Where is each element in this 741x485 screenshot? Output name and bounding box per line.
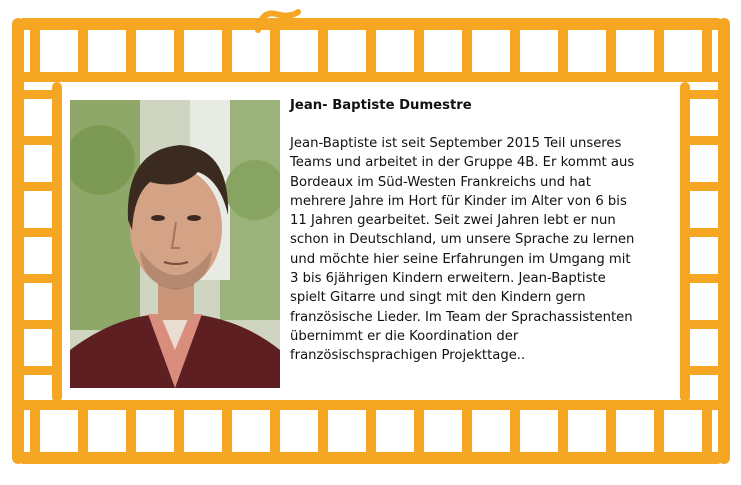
frame-segment — [606, 408, 616, 454]
frame-segment — [174, 408, 184, 454]
bio-line: und möchte hier seine Erfahrungen im Umg… — [290, 251, 631, 267]
frame-segment — [78, 408, 88, 454]
bio-line: Jean-Baptiste ist seit September 2015 Te… — [290, 136, 622, 151]
frame-segment — [510, 28, 520, 74]
bio-line: französische Lieder. Im Team der Spracha… — [290, 309, 633, 325]
frame-segment — [12, 18, 24, 464]
frame-segment — [174, 28, 184, 74]
bio-line: schon in Deutschland, um unsere Sprache … — [290, 232, 635, 248]
portrait-photo — [70, 100, 280, 388]
frame-segment — [688, 90, 720, 99]
frame-segment — [30, 408, 40, 454]
bio-line: französischsprachigen Projekttage.. — [290, 348, 526, 364]
frame-segment — [688, 274, 720, 283]
frame-segment — [462, 28, 472, 74]
frame-segment — [318, 408, 328, 454]
frame-segment — [688, 320, 720, 329]
bio-line: spielt Gitarre und singt mit den Kindern… — [290, 290, 586, 306]
frame-segment — [558, 408, 568, 454]
frame-segment — [462, 408, 472, 454]
frame-segment — [718, 18, 730, 464]
frame-segment — [222, 408, 232, 454]
frame-segment — [366, 408, 376, 454]
profile-text-panel: Jean- Baptiste Dumestre Jean-Baptiste is… — [290, 96, 690, 366]
frame-segment — [22, 136, 54, 145]
frame-segment — [654, 28, 664, 74]
bio-line: Bordeaux im Süd-Westen Frankreichs und h… — [290, 174, 591, 190]
bio-line: 11 Jahren gearbeitet. Seit zwei Jahren l… — [290, 213, 616, 229]
frame-segment — [702, 408, 712, 454]
frame-segment — [22, 182, 54, 191]
frame-segment — [414, 28, 424, 74]
frame-segment — [688, 182, 720, 191]
frame-segment — [22, 366, 54, 375]
frame-segment — [270, 408, 280, 454]
profile-bio: Jean-Baptiste ist seit September 2015 Te… — [290, 134, 690, 366]
frame-segment — [22, 274, 54, 283]
frame-segment — [22, 228, 54, 237]
bio-line: übernimmt er die Koordination der — [290, 328, 519, 344]
frame-segment — [654, 408, 664, 454]
frame-segment — [126, 408, 136, 454]
frame-segment — [270, 28, 280, 74]
frame-segment — [222, 28, 232, 74]
profile-name: Jean- Baptiste Dumestre — [290, 98, 472, 113]
frame-segment — [78, 28, 88, 74]
frame-segment — [606, 28, 616, 74]
frame-segment — [30, 28, 40, 74]
frame-segment — [318, 28, 328, 74]
frame-segment — [126, 28, 136, 74]
frame-segment — [510, 408, 520, 454]
bio-line: Teams und arbeitet in der Gruppe 4B. Er … — [290, 155, 635, 171]
frame-segment — [366, 28, 376, 74]
frame-segment — [688, 136, 720, 145]
frame-segment — [22, 320, 54, 329]
frame-segment — [688, 366, 720, 375]
frame-segment — [414, 408, 424, 454]
frame-segment — [52, 82, 62, 402]
frame-segment — [702, 28, 712, 74]
frame-segment — [688, 228, 720, 237]
frame-segment — [558, 28, 568, 74]
frame-segment — [22, 90, 54, 99]
bio-line: mehrere Jahre im Hort für Kinder im Alte… — [290, 193, 627, 209]
bio-line: 3 bis 6jährigen Kindern erweitern. Jean-… — [290, 271, 606, 287]
